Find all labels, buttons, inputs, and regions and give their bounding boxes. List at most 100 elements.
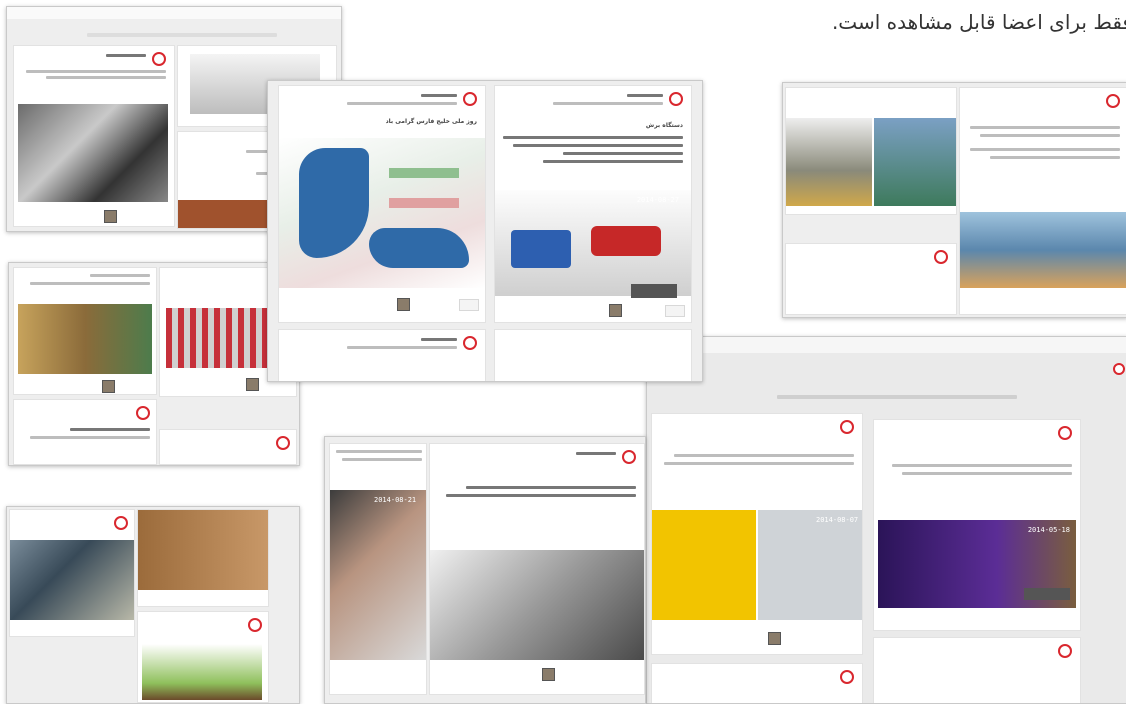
browser-bar [7,7,341,19]
post-card: روز ملی خلیج فارس گرامی باد [278,85,486,323]
logo-icon [463,92,477,106]
text-line [892,464,1072,467]
nav-bar [87,33,277,37]
post-card: 2014-08-07 [651,413,863,655]
logo-icon [840,670,854,684]
post-photo [874,118,956,206]
post-photo [786,118,872,206]
logo-icon [622,450,636,464]
text-line [980,134,1120,137]
text-line [664,462,854,465]
post-card [159,429,297,465]
post-card [494,329,692,381]
caption: فقط برای اعضا قابل مشاهده است. [831,10,1126,34]
post-card [137,611,269,703]
post-photo [10,540,134,620]
text-line [46,76,166,79]
post-photo [279,138,485,288]
logo-icon [463,336,477,350]
text-line [563,152,683,155]
post-photo [18,304,152,374]
post-card: 2014-05-18 [873,419,1081,631]
author-name [627,94,663,97]
author-name [421,338,457,341]
date-label: 2014-05-18 [1027,526,1070,534]
share-button [665,305,685,317]
logo-icon [669,92,683,106]
text-line [26,70,166,73]
date-label: 2014-08-07 [816,516,859,524]
author-meta [347,346,457,349]
text-line [576,452,616,455]
post-card [278,329,486,381]
screenshot-5: 2014-08-21 [324,436,646,704]
text-line [336,450,422,453]
address-bar [647,337,1126,353]
avatar [768,632,781,645]
logo-icon [1058,644,1072,658]
logo-icon [136,406,150,420]
post-card [13,399,157,465]
post-card [785,243,957,315]
avatar [542,668,555,681]
author-meta [347,102,457,105]
post-title: روز ملی خلیج فارس گرامی باد [385,118,477,125]
post-photo [138,510,268,590]
text-line [30,282,150,285]
logo-icon [114,516,128,530]
author-meta [553,102,663,105]
post-photo [430,550,644,660]
post-photo [758,510,862,620]
post-photo [495,190,691,296]
logo-icon [152,52,166,66]
date-label: 2014-08-21 [374,496,417,504]
text-line [674,454,854,457]
post-photo [18,104,168,202]
logo-icon [1058,426,1072,440]
text-line [106,54,146,57]
members-button [1024,588,1070,600]
post-card [959,87,1126,315]
logo-icon [934,250,948,264]
screenshot-4 [8,262,300,466]
screenshot-7 [6,506,300,704]
avatar [104,210,117,223]
avatar [397,298,410,311]
text-line [513,144,683,147]
post-card [13,267,157,395]
like-button [459,299,479,311]
post-card [13,45,175,227]
screenshot-2: دستگاه برش 2014-08-27 روز ملی خلیج فارس … [267,80,703,382]
logo-icon [1113,363,1125,375]
avatar [609,304,622,317]
post-card: دستگاه برش 2014-08-27 [494,85,692,323]
text-line [902,472,1072,475]
post-photo [142,644,262,700]
text-line [30,436,150,439]
text-line [90,274,150,277]
post-photo [960,212,1126,288]
text-line [990,156,1120,159]
post-card [651,663,863,703]
logo-icon [276,436,290,450]
members-button [631,284,677,298]
logo-icon [248,618,262,632]
post-card [429,443,645,695]
post-card [9,509,135,637]
post-photo [330,490,426,660]
text-line [970,148,1120,151]
text-line [446,494,636,497]
post-card [785,87,957,215]
text-line [503,136,683,139]
text-line [342,458,422,461]
screenshot-3 [782,82,1126,318]
date-label: 2014-08-27 [636,196,679,204]
nav-bar [777,395,1017,399]
logo-icon [840,420,854,434]
post-card [873,637,1081,703]
text-line [543,160,683,163]
text-line [466,486,636,489]
post-card: 2014-08-21 [329,443,427,695]
text-line [970,126,1120,129]
post-headline: دستگاه برش [645,122,683,129]
